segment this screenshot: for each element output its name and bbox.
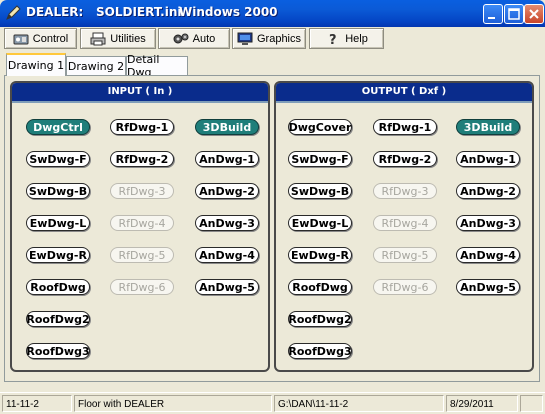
help-button[interactable]: ? Help — [309, 28, 384, 49]
printer-icon — [90, 32, 106, 45]
output-roofdwg2-button[interactable]: RoofDwg2 — [288, 311, 352, 327]
status-description: Floor with DEALER — [74, 395, 272, 412]
output-andwg-5-button[interactable]: AnDwg-5 — [456, 279, 520, 295]
input-rfdwg-2-button[interactable]: RfDwg-2 — [110, 151, 174, 167]
output-rfdwg-4-button[interactable]: RfDwg-4 — [373, 215, 437, 231]
close-icon — [529, 9, 539, 19]
graphics-button[interactable]: Graphics — [232, 28, 306, 49]
status-extra — [520, 395, 543, 412]
auto-button[interactable]: Auto — [158, 28, 230, 49]
input-andwg-3-button[interactable]: AnDwg-3 — [195, 215, 259, 231]
utilities-label: Utilities — [110, 32, 146, 45]
status-date: 8/29/2011 — [446, 395, 518, 412]
input-swdwg-f-button[interactable]: SwDwg-F — [26, 151, 90, 167]
input-roofdwg2-button[interactable]: RoofDwg2 — [26, 311, 90, 327]
os-label: Windows 2000 — [179, 5, 278, 19]
svg-text:?: ? — [329, 33, 337, 46]
output-ewdwg-r-button[interactable]: EwDwg-R — [288, 247, 352, 263]
output-ewdwg-l-button[interactable]: EwDwg-L — [288, 215, 352, 231]
input-dwgctrl-button[interactable]: DwgCtrl — [26, 119, 90, 135]
output-andwg-3-button[interactable]: AnDwg-3 — [456, 215, 520, 231]
output-rfdwg-1-button[interactable]: RfDwg-1 — [373, 119, 437, 135]
monitor-icon — [237, 32, 253, 45]
gears-icon — [173, 33, 189, 43]
tab-drawing-1[interactable]: Drawing 1 — [6, 53, 66, 76]
maximize-button[interactable] — [504, 4, 524, 24]
output-andwg-4-button[interactable]: AnDwg-4 — [456, 247, 520, 263]
output-rfdwg-3-button[interactable]: RfDwg-3 — [373, 183, 437, 199]
output-3dbuild-button[interactable]: 3DBuild — [456, 119, 520, 135]
output-roofdwg-button[interactable]: RoofDwg — [288, 279, 352, 295]
input-andwg-4-button[interactable]: AnDwg-4 — [195, 247, 259, 263]
title-bar[interactable]: DEALER: SOLDIERT.ini Windows 2000 — [0, 0, 545, 27]
file-name: SOLDIERT.ini — [96, 5, 182, 19]
output-andwg-2-button[interactable]: AnDwg-2 — [456, 183, 520, 199]
output-andwg-1-button[interactable]: AnDwg-1 — [456, 151, 520, 167]
tab-drawing-2[interactable]: Drawing 2 — [66, 56, 126, 75]
input-roofdwg3-button[interactable]: RoofDwg3 — [26, 343, 90, 359]
graphics-label: Graphics — [256, 32, 302, 45]
input-panel-title: INPUT ( In ) — [12, 83, 268, 103]
output-panel-title: OUTPUT ( Dxf ) — [276, 83, 532, 103]
tab-detail-dwg[interactable]: Detail Dwg — [126, 53, 188, 79]
input-panel: INPUT ( In ) DwgCtrl SwDwg-F SwDwg-B EwD… — [10, 81, 270, 372]
output-rfdwg-2-button[interactable]: RfDwg-2 — [373, 151, 437, 167]
toolbar: Control Utilities Auto Graphics ? Help — [0, 27, 545, 51]
output-dwgcover-button[interactable]: DwgCover — [288, 119, 352, 135]
pencil-app-icon — [6, 5, 21, 20]
status-path: G:\DAN\11-11-2 — [274, 395, 444, 412]
control-label: Control — [32, 32, 69, 45]
input-roofdwg-button[interactable]: RoofDwg — [26, 279, 90, 295]
input-rfdwg-4-button[interactable]: RfDwg-4 — [110, 215, 174, 231]
input-swdwg-b-button[interactable]: SwDwg-B — [26, 183, 90, 199]
input-andwg-5-button[interactable]: AnDwg-5 — [195, 279, 259, 295]
input-andwg-2-button[interactable]: AnDwg-2 — [195, 183, 259, 199]
control-button[interactable]: Control — [4, 28, 77, 49]
output-roofdwg3-button[interactable]: RoofDwg3 — [288, 343, 352, 359]
output-swdwg-b-button[interactable]: SwDwg-B — [288, 183, 352, 199]
input-andwg-1-button[interactable]: AnDwg-1 — [195, 151, 259, 167]
minimize-icon — [488, 17, 495, 19]
auto-label: Auto — [192, 32, 216, 45]
input-rfdwg-3-button[interactable]: RfDwg-3 — [110, 183, 174, 199]
control-icon — [13, 34, 29, 44]
input-ewdwg-r-button[interactable]: EwDwg-R — [26, 247, 90, 263]
status-bar: 11-11-2 Floor with DEALER G:\DAN\11-11-2… — [0, 392, 545, 414]
output-rfdwg-6-button[interactable]: RfDwg-6 — [373, 279, 437, 295]
input-rfdwg-6-button[interactable]: RfDwg-6 — [110, 279, 174, 295]
input-rfdwg-1-button[interactable]: RfDwg-1 — [110, 119, 174, 135]
input-ewdwg-l-button[interactable]: EwDwg-L — [26, 215, 90, 231]
maximize-icon — [508, 8, 520, 20]
status-job: 11-11-2 — [2, 395, 72, 412]
utilities-button[interactable]: Utilities — [80, 28, 156, 49]
input-rfdwg-5-button[interactable]: RfDwg-5 — [110, 247, 174, 263]
output-rfdwg-5-button[interactable]: RfDwg-5 — [373, 247, 437, 263]
minimize-button[interactable] — [483, 4, 503, 24]
help-icon: ? — [329, 33, 337, 46]
help-label: Help — [345, 32, 368, 45]
app-name: DEALER: — [26, 5, 84, 19]
input-3dbuild-button[interactable]: 3DBuild — [195, 119, 259, 135]
close-button[interactable] — [524, 4, 544, 24]
output-swdwg-f-button[interactable]: SwDwg-F — [288, 151, 352, 167]
output-panel: OUTPUT ( Dxf ) DwgCover SwDwg-F SwDwg-B … — [274, 81, 534, 372]
